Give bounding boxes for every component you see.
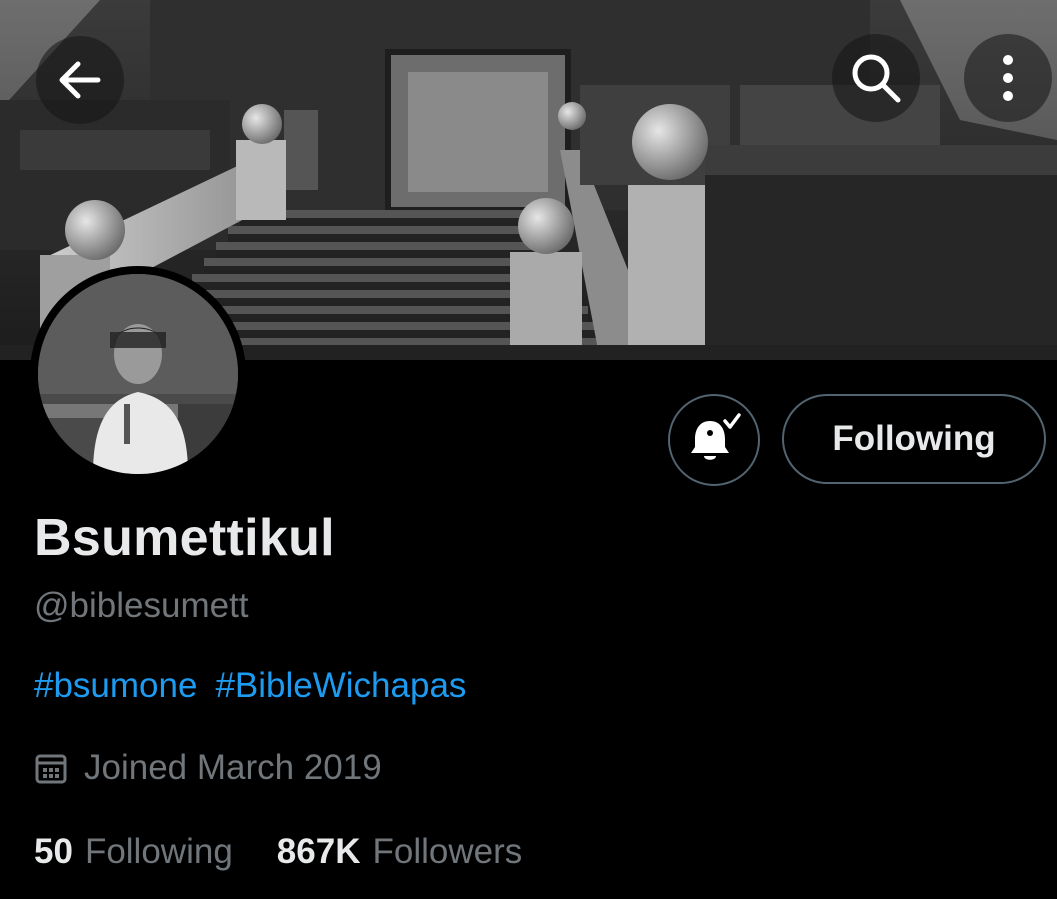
followers-count: 867K [276,832,361,871]
joined-date: Joined March 2019 [34,748,382,788]
following-count: 50 [34,832,73,871]
avatar-image [38,274,238,474]
user-handle: @biblesumett [34,586,249,625]
display-name: Bsumettikul [34,509,335,567]
back-button[interactable] [36,36,124,124]
followers-stat[interactable]: 867K Followers [277,832,522,872]
joined-label: Joined March 2019 [84,748,382,787]
hashtag-link[interactable]: #BibleWichapas [215,666,466,706]
following-label: Following [84,832,233,871]
profile-bio: #bsumone #BibleWichapas [34,666,466,706]
notifications-button[interactable] [668,394,760,486]
following-button[interactable]: Following [782,394,1046,484]
more-vertical-icon [1003,55,1013,101]
search-icon [852,54,901,103]
followers-label: Followers [372,832,523,871]
hashtag-link[interactable]: #bsumone [34,666,197,706]
calendar-icon [35,754,67,784]
arrow-left-icon [59,61,101,99]
bell-check-icon [691,413,741,460]
avatar[interactable] [30,266,246,482]
following-stat[interactable]: 50 Following [34,832,233,872]
follow-stats: 50 Following 867K Followers [34,832,522,872]
more-options-button[interactable] [964,34,1052,122]
search-button[interactable] [832,34,920,122]
